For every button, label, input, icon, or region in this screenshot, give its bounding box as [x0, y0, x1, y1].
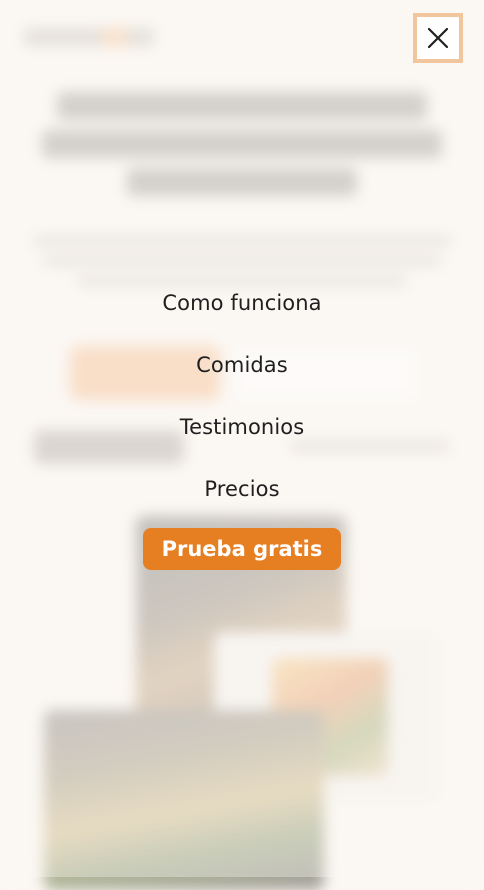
close-icon — [427, 27, 449, 49]
mobile-menu-overlay: Como funciona Comidas Testimonios Precio… — [0, 0, 484, 877]
prueba-gratis-button[interactable]: Prueba gratis — [142, 528, 342, 570]
nav-link-testimonios[interactable]: Testimonios — [180, 406, 305, 448]
mobile-nav: Como funciona Comidas Testimonios Precio… — [0, 282, 484, 570]
nav-link-precios[interactable]: Precios — [204, 468, 279, 510]
close-menu-button[interactable] — [413, 13, 463, 63]
nav-link-como-funciona[interactable]: Como funciona — [162, 282, 321, 324]
nav-link-comidas[interactable]: Comidas — [196, 344, 288, 386]
